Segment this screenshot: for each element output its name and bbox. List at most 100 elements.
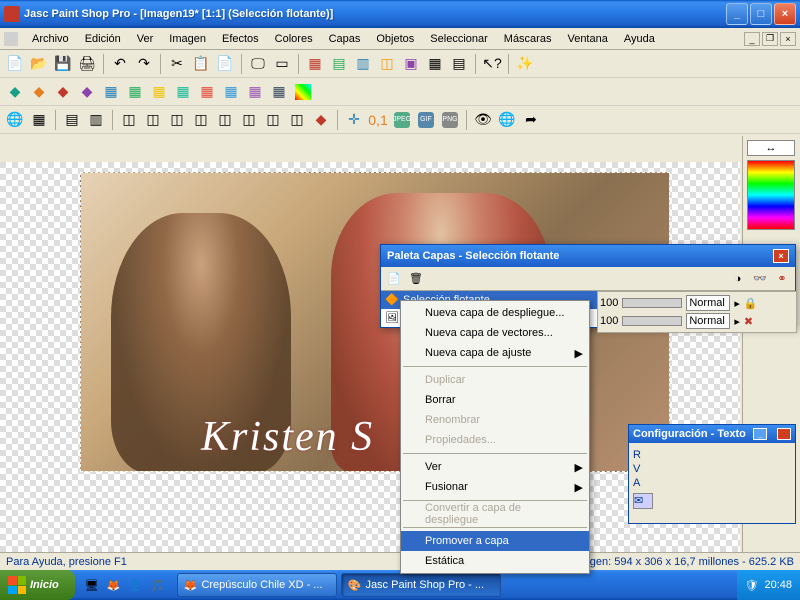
fx-button[interactable]: ◆ bbox=[52, 81, 74, 103]
web-button[interactable]: ◫ bbox=[262, 109, 284, 131]
preview-button[interactable]: 👁 bbox=[472, 109, 494, 131]
mdi-close[interactable]: × bbox=[780, 32, 796, 46]
panel-min-button[interactable]: _ bbox=[753, 428, 767, 440]
tool-button[interactable]: ▣ bbox=[400, 53, 422, 75]
web-button[interactable]: ◫ bbox=[166, 109, 188, 131]
text-panel-titlebar[interactable]: Configuración - Texto _ bbox=[629, 425, 795, 443]
delete-layer-button[interactable]: 🗑 bbox=[407, 270, 425, 288]
web-button[interactable]: ◆ bbox=[310, 109, 332, 131]
maximize-button[interactable]: □ bbox=[750, 3, 772, 25]
web-button[interactable]: ◫ bbox=[190, 109, 212, 131]
fullscreen-button[interactable]: 🖵 bbox=[247, 53, 269, 75]
chevron-down-icon[interactable]: ▸ bbox=[734, 297, 740, 310]
tool-button[interactable]: ▥ bbox=[352, 53, 374, 75]
new-layer-button[interactable]: 📄 bbox=[385, 270, 403, 288]
fx-button[interactable]: ◆ bbox=[28, 81, 50, 103]
print-button[interactable]: 🖨 bbox=[76, 53, 98, 75]
menu-ver[interactable]: Ver bbox=[129, 31, 162, 47]
cut-button[interactable]: ✂ bbox=[166, 53, 188, 75]
ctx-new-vector-layer[interactable]: Nueva capa de vectores... bbox=[401, 323, 589, 343]
fx-button[interactable]: ◆ bbox=[4, 81, 26, 103]
web-button[interactable]: ◫ bbox=[118, 109, 140, 131]
close-button[interactable]: × bbox=[774, 3, 796, 25]
panel-close-button[interactable] bbox=[777, 428, 791, 440]
ql-firefox[interactable]: 🦊 bbox=[105, 576, 123, 594]
ql-msn[interactable]: 👤 bbox=[127, 576, 145, 594]
tool-button[interactable]: ◫ bbox=[376, 53, 398, 75]
text-opt-v[interactable]: V bbox=[633, 463, 791, 475]
minimize-button[interactable]: _ bbox=[726, 3, 748, 25]
lock-icon[interactable]: 🔒 bbox=[744, 297, 758, 310]
mdi-minimize[interactable]: _ bbox=[744, 32, 760, 46]
glasses-button[interactable]: 👓 bbox=[751, 270, 769, 288]
document-icon[interactable] bbox=[4, 32, 18, 46]
tray-icon[interactable]: 🛡 bbox=[745, 579, 759, 592]
fx-button[interactable]: ◆ bbox=[76, 81, 98, 103]
menu-seleccionar[interactable]: Seleccionar bbox=[422, 31, 495, 47]
save-button[interactable]: 💾 bbox=[52, 53, 74, 75]
png-button[interactable]: PNG bbox=[439, 109, 461, 131]
web-button[interactable]: ◫ bbox=[238, 109, 260, 131]
text-opt-envelope[interactable]: ✉ bbox=[633, 493, 653, 509]
fx-button[interactable]: ▦ bbox=[172, 81, 194, 103]
tool-button[interactable]: ▦ bbox=[424, 53, 446, 75]
mask-button[interactable]: ◑ bbox=[729, 270, 747, 288]
palette-close-button[interactable]: × bbox=[773, 249, 789, 263]
open-button[interactable]: 📂 bbox=[28, 53, 50, 75]
menu-efectos[interactable]: Efectos bbox=[214, 31, 267, 47]
gif-button[interactable]: GIF bbox=[415, 109, 437, 131]
mdi-restore[interactable]: ❐ bbox=[762, 32, 778, 46]
copy-button[interactable]: 📋 bbox=[190, 53, 212, 75]
normal-view-button[interactable]: ▭ bbox=[271, 53, 293, 75]
fx-button[interactable]: ▦ bbox=[268, 81, 290, 103]
ql-desktop[interactable]: 🖥 bbox=[83, 576, 101, 594]
web-button[interactable]: ◫ bbox=[286, 109, 308, 131]
undo-button[interactable]: ↶ bbox=[109, 53, 131, 75]
tool-button[interactable]: ▤ bbox=[448, 53, 470, 75]
jpeg-button[interactable]: JPEG bbox=[391, 109, 413, 131]
chevron-down-icon[interactable]: ▸ bbox=[734, 315, 740, 328]
visibility-icon[interactable]: ✖ bbox=[744, 315, 753, 328]
crosshair-button[interactable]: ✛ bbox=[343, 109, 365, 131]
browser-button[interactable]: 🌐 bbox=[496, 109, 518, 131]
web-button[interactable]: ◫ bbox=[214, 109, 236, 131]
opacity-slider[interactable] bbox=[622, 316, 682, 326]
ctx-new-raster-layer[interactable]: Nueva capa de despliegue... bbox=[401, 303, 589, 323]
color-spectrum[interactable] bbox=[747, 160, 795, 230]
fx-button[interactable]: ▦ bbox=[100, 81, 122, 103]
ctx-view[interactable]: Ver▶ bbox=[401, 457, 589, 477]
ctx-new-adjust-layer[interactable]: Nueva capa de ajuste▶ bbox=[401, 343, 589, 363]
paste-button[interactable]: 📄 bbox=[214, 53, 236, 75]
menu-colores[interactable]: Colores bbox=[267, 31, 321, 47]
swap-colors[interactable]: ↔ bbox=[747, 140, 795, 156]
text-opt-a[interactable]: A bbox=[633, 477, 791, 489]
menu-ayuda[interactable]: Ayuda bbox=[616, 31, 663, 47]
menu-capas[interactable]: Capas bbox=[321, 31, 369, 47]
blend-mode-select[interactable]: Normal bbox=[686, 295, 730, 311]
menu-imagen[interactable]: Imagen bbox=[161, 31, 214, 47]
ruler-button[interactable]: 0,1 bbox=[367, 109, 389, 131]
fx-button[interactable]: ▦ bbox=[124, 81, 146, 103]
ctx-static[interactable]: Estática bbox=[401, 551, 589, 571]
fx-button[interactable] bbox=[292, 81, 314, 103]
web-button[interactable]: ▥ bbox=[85, 109, 107, 131]
task-firefox[interactable]: 🦊 Crepúsculo Chile XD - ... bbox=[177, 573, 337, 597]
ctx-promote-layer[interactable]: Promover a capa bbox=[401, 531, 589, 551]
link-button[interactable]: ⚭ bbox=[773, 270, 791, 288]
palette-titlebar[interactable]: Paleta Capas - Selección flotante × bbox=[381, 245, 795, 267]
tool-button[interactable]: ▦ bbox=[304, 53, 326, 75]
menu-ventana[interactable]: Ventana bbox=[559, 31, 615, 47]
menu-objetos[interactable]: Objetos bbox=[368, 31, 422, 47]
menu-archivo[interactable]: Archivo bbox=[24, 31, 77, 47]
web-button[interactable]: ◫ bbox=[142, 109, 164, 131]
fx-button[interactable]: ▦ bbox=[244, 81, 266, 103]
export-button[interactable]: ➦ bbox=[520, 109, 542, 131]
menu-mascaras[interactable]: Máscaras bbox=[496, 31, 560, 47]
fx-button[interactable]: ▦ bbox=[148, 81, 170, 103]
start-button[interactable]: Inicio bbox=[0, 570, 75, 600]
web-button[interactable]: 🌐 bbox=[4, 109, 26, 131]
ql-app[interactable]: 🎵 bbox=[149, 576, 167, 594]
web-button[interactable]: ▤ bbox=[61, 109, 83, 131]
new-button[interactable]: 📄 bbox=[4, 53, 26, 75]
menu-edicion[interactable]: Edición bbox=[77, 31, 129, 47]
